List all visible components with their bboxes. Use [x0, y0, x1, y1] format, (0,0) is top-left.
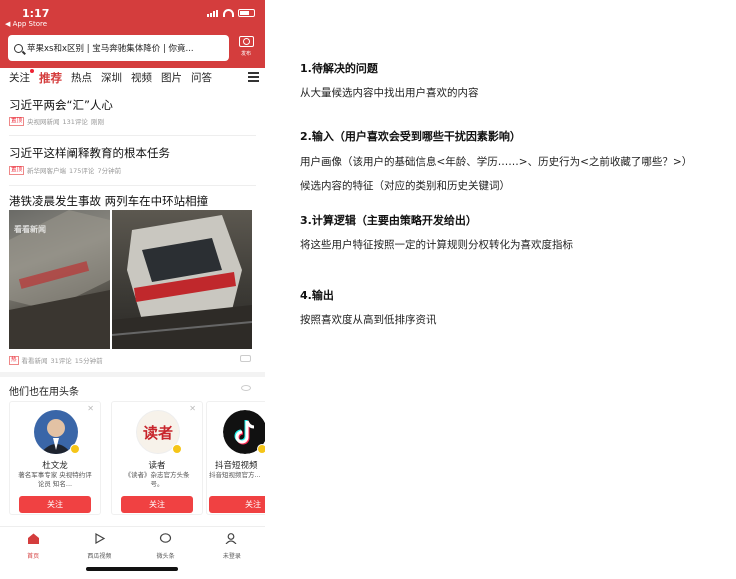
verified-badge [172, 444, 182, 454]
dislike-icon[interactable] [240, 355, 251, 362]
card-name: 抖音短视频 [215, 461, 258, 471]
card-desc: 抖音短视频官方... [209, 471, 261, 479]
verified-badge [257, 444, 265, 454]
play-icon [95, 532, 106, 545]
news-meta: 热 看看新闻 31评论 15分钟前 [9, 355, 103, 365]
tab-pictures[interactable]: 图片 [161, 70, 182, 85]
home-indicator[interactable] [86, 567, 178, 571]
section-3-body: 将这些用户特征按照一定的计算规则分权转化为喜欢度指标 [300, 239, 573, 251]
divider [9, 185, 256, 186]
nav-home[interactable]: 首页 [3, 527, 63, 560]
nav-xigua-video[interactable]: 西瓜视频 [69, 527, 129, 560]
hot-tag: 热 [9, 355, 19, 365]
user-icon [225, 533, 237, 545]
recommend-title: 他们也在用头条 [9, 387, 79, 398]
phone-screen: 1:17 ◀ App Store 苹果xs和x区别 | 宝马奔驰集体降价 | 你… [0, 0, 265, 579]
news-source[interactable]: 新华网客户端 [27, 165, 66, 175]
news-title[interactable]: 习近平这样阐释教育的根本任务 [9, 145, 170, 161]
channel-tabs: 关注 推荐 热点 深圳 视频 图片 问答 [0, 68, 265, 87]
follow-button[interactable]: 关注 [209, 496, 265, 513]
close-icon[interactable]: ✕ [87, 404, 94, 413]
card-name: 杜文龙 [42, 461, 68, 471]
card-desc: 《读者》杂志官方头条号。 [124, 471, 190, 488]
publish-button[interactable]: 发布 [236, 36, 256, 57]
camera-icon [238, 36, 254, 47]
section-2-title: 2.输入（用户喜欢会受到哪些干扰因素影响） [300, 130, 521, 143]
tab-qa[interactable]: 问答 [191, 70, 212, 85]
news-time: 7分钟前 [97, 167, 122, 175]
recommend-card[interactable]: 抖音短视频 抖音短视频官方... 关注 [206, 401, 265, 515]
follow-button[interactable]: 关注 [121, 496, 193, 513]
tab-video[interactable]: 视频 [131, 70, 152, 85]
home-icon [27, 533, 39, 544]
divider [9, 135, 256, 136]
pinned-tag: 置顶 [9, 165, 25, 175]
section-4-title: 4.输出 [300, 289, 334, 302]
hide-icon[interactable] [241, 385, 251, 391]
search-query: 苹果xs和x区别 | 宝马奔驰集体降价 | 你竟... [27, 44, 194, 54]
news-comments: 175评论 [69, 167, 95, 175]
status-time: 1:17 [22, 7, 50, 20]
channel-menu-icon[interactable] [248, 72, 259, 84]
recommend-card[interactable]: ✕ 杜文龙 著名军事专家 央视特约评论员 知名... 关注 [9, 401, 101, 515]
bottom-nav: 首页 西瓜视频 微头条 未登录 [0, 526, 265, 560]
news-meta: 置顶 新华网客户端 175评论 7分钟前 [9, 165, 121, 175]
wifi-icon [223, 9, 234, 17]
nav-login[interactable]: 未登录 [202, 527, 262, 560]
section-4-body: 按照喜欢度从高到低排序资讯 [300, 314, 437, 326]
verified-badge [70, 444, 80, 454]
back-to-app-store[interactable]: ◀ App Store [5, 20, 47, 28]
section-1-body: 从大量候选内容中找出用户喜欢的内容 [300, 87, 479, 99]
news-meta: 置顶 央视网新闻 131评论 刚刚 [9, 116, 104, 126]
news-time: 刚刚 [90, 118, 104, 126]
card-desc: 著名军事专家 央视特约评论员 知名... [18, 471, 92, 488]
nav-label: 未登录 [222, 553, 241, 560]
follow-button[interactable]: 关注 [19, 496, 91, 513]
nav-label: 微头条 [156, 553, 175, 560]
section-2-body-2: 候选内容的特征（对应的类别和历史关键词） [300, 180, 510, 192]
section-separator [0, 372, 265, 377]
tab-follow[interactable]: 关注 [9, 69, 34, 85]
close-icon[interactable]: ✕ [189, 404, 196, 413]
news-photo-right[interactable] [112, 210, 252, 349]
news-comments: 31评论 [50, 357, 72, 365]
nav-label: 西瓜视频 [87, 553, 112, 560]
news-title[interactable]: 港铁凌晨发生事故 两列车在中环站相撞 [9, 193, 208, 209]
section-2-body-1: 用户画像（该用户的基础信息<年龄、学历……>、历史行为<之前收藏了哪些？>） [300, 156, 693, 168]
notification-dot [30, 69, 34, 73]
tab-recommend[interactable]: 推荐 [39, 70, 62, 86]
card-name: 读者 [148, 461, 166, 471]
tab-hot[interactable]: 热点 [71, 70, 92, 85]
search-icon [14, 43, 23, 53]
nav-label: 首页 [27, 553, 40, 560]
battery-icon [238, 9, 255, 17]
recommend-card[interactable]: ✕ 读者 读者 《读者》杂志官方头条号。 关注 [111, 401, 203, 515]
section-1-title: 1.待解决的问题 [300, 62, 378, 75]
news-source[interactable]: 央视网新闻 [27, 116, 60, 126]
pinned-tag: 置顶 [9, 116, 25, 126]
nav-weitoutiao[interactable]: 微头条 [136, 527, 196, 560]
bubble-icon [160, 533, 172, 543]
train-collision-image [112, 215, 252, 349]
news-time: 15分钟前 [74, 357, 103, 365]
publish-label: 发布 [240, 51, 251, 57]
image-watermark: 看看新闻 [14, 225, 46, 234]
status-icons [207, 9, 255, 17]
news-comments: 131评论 [62, 118, 88, 126]
news-source[interactable]: 看看新闻 [22, 355, 48, 365]
search-input[interactable]: 苹果xs和x区别 | 宝马奔驰集体降价 | 你竟... [8, 35, 229, 61]
news-title[interactable]: 习近平两会“汇”人心 [9, 97, 113, 113]
section-3-title: 3.计算逻辑（主要由策略开发给出） [300, 214, 477, 227]
signal-icon [207, 9, 219, 17]
tab-shenzhen[interactable]: 深圳 [101, 70, 122, 85]
